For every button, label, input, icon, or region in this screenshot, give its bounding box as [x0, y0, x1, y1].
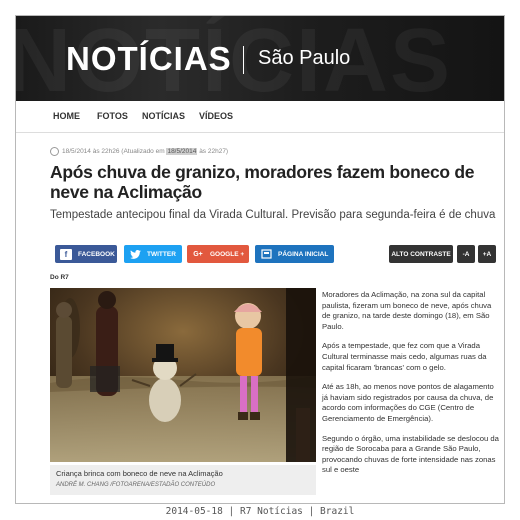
nav-item-fotos[interactable]: FOTOS [97, 111, 128, 121]
photo-caption-box: Criança brinca com boneco de neve na Acl… [50, 465, 316, 495]
facebook-label: FACEBOOK [78, 250, 115, 258]
homepage-button[interactable]: PÁGINA INICIAL [255, 245, 334, 263]
article-meta: 18/5/2014 às 22h26 (Atualizado em 18/5/2… [50, 147, 228, 156]
updated-suffix: às 22h27) [199, 148, 229, 155]
title-divider [243, 46, 244, 74]
updated-prefix: (Atualizado em [121, 148, 165, 155]
article-title: Após chuva de granizo, moradores fazem b… [50, 162, 475, 202]
section-title[interactable]: NOTÍCIAS [66, 40, 232, 78]
nav-item-noticias[interactable]: NOTÍCIAS [142, 111, 185, 121]
twitter-share-button[interactable]: TWITTER [124, 245, 182, 263]
screenshot-footer: 2014-05-18 | R7 Notícias | Brazil [165, 506, 355, 517]
photo-caption: Criança brinca com boneco de neve na Acl… [56, 469, 223, 478]
article-paragraph: Moradores da Aclimação, na zona sul da c… [322, 290, 492, 331]
section-subtitle: São Paulo [258, 47, 351, 69]
facebook-icon: f [60, 248, 72, 260]
decrease-font-button[interactable]: -A [457, 245, 475, 263]
article-body: Moradores da Aclimação, na zona sul da c… [322, 290, 500, 485]
twitter-label: TWITTER [147, 250, 176, 258]
clock-icon [50, 147, 59, 156]
nav-item-videos[interactable]: VÍDEOS [199, 111, 233, 121]
increase-font-button[interactable]: +A [478, 245, 496, 263]
homepage-label: PÁGINA INICIAL [278, 250, 329, 258]
snowman-photo-illustration [50, 288, 316, 462]
article-paragraph: Após a tempestade, que fez com que a Vir… [322, 341, 487, 372]
home-icon [260, 249, 272, 260]
article-paragraph: Até as 18h, ao menos nove pontos de alag… [322, 382, 494, 423]
article-paragraph: Segundo o órgão, uma instabilidade se de… [322, 433, 499, 475]
article-byline: Do R7 [50, 274, 69, 281]
facebook-share-button[interactable]: f FACEBOOK [55, 245, 117, 263]
google-plus-label: GOOGLE + [210, 250, 245, 258]
photo-credit: ANDRÉ M. CHANG /FOTOARENA/ESTADÃO CONTEÚ… [56, 482, 216, 488]
updated-date: 18/5/2014 [166, 148, 198, 155]
google-plus-share-button[interactable]: G+ GOOGLE + [187, 245, 249, 263]
google-plus-icon: G+ [193, 250, 203, 258]
twitter-icon [129, 249, 141, 260]
nav-item-home[interactable]: HOME [53, 111, 80, 121]
main-nav: HOME FOTOS NOTÍCIAS VÍDEOS [16, 101, 504, 133]
high-contrast-button[interactable]: ALTO CONTRASTE [389, 245, 453, 263]
browser-frame: NOTÍCIAS NOTÍCIAS São Paulo HOME FOTOS N… [15, 15, 505, 504]
article-photo[interactable] [50, 288, 316, 462]
published-date: 18/5/2014 às 22h26 [62, 148, 120, 155]
article-subtitle: Tempestade antecipou final da Virada Cul… [50, 209, 496, 221]
header-banner: NOTÍCIAS NOTÍCIAS São Paulo [16, 16, 504, 101]
